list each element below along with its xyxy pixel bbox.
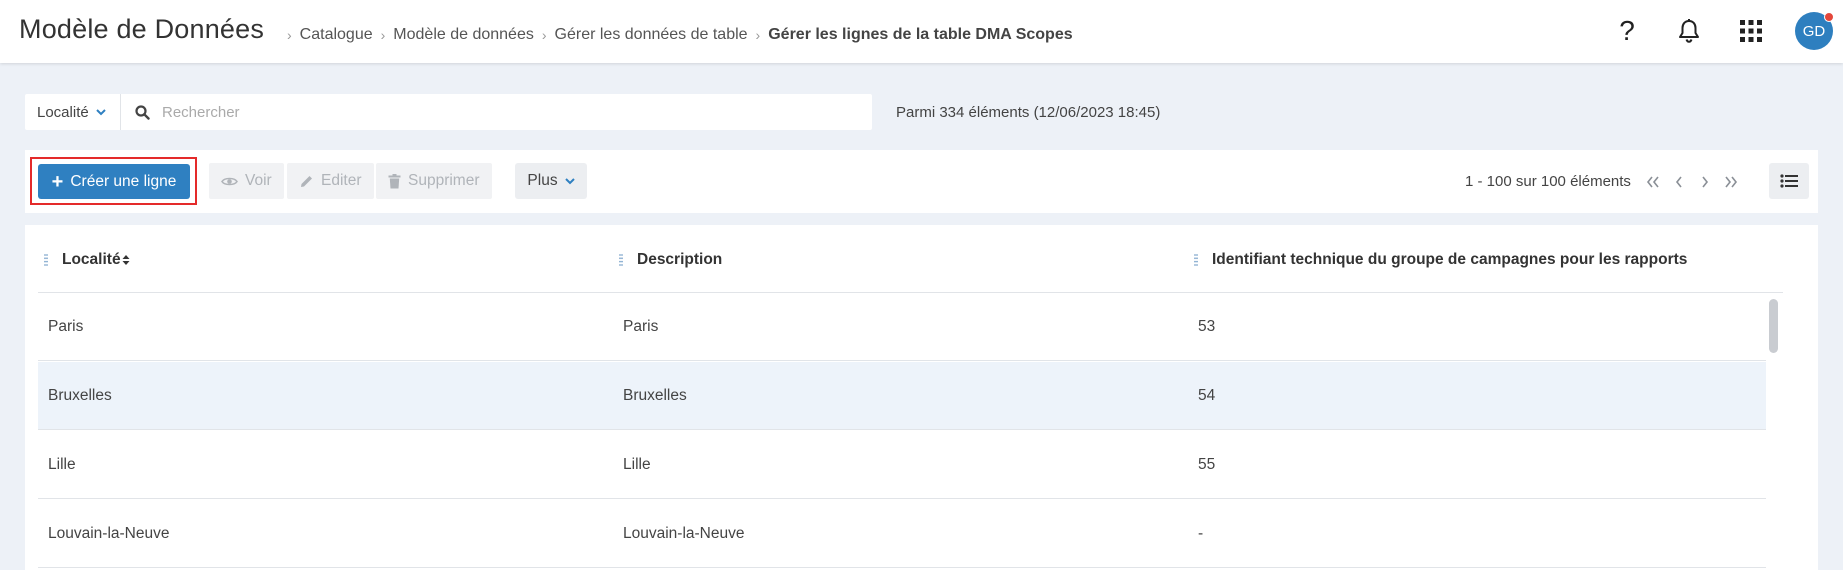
breadcrumb: › Catalogue › Modèle de données › Gérer … <box>287 26 1073 44</box>
chevrons-left-icon <box>1646 176 1659 188</box>
prev-page-button[interactable] <box>1671 174 1687 190</box>
chevron-left-icon <box>1675 176 1682 188</box>
delete-label: Supprimer <box>408 172 480 189</box>
view-button[interactable]: Voir <box>209 163 284 199</box>
cell-description: Louvain-la-Neuve <box>623 525 745 542</box>
sort-icon[interactable] <box>122 254 130 266</box>
cell-campaign-group-id: 53 <box>1198 318 1216 335</box>
table-header: Localité Description Identifiant techniq… <box>38 225 1783 293</box>
pager <box>1645 174 1739 190</box>
chevron-down-icon <box>95 108 106 115</box>
help-button[interactable]: ? <box>1610 14 1644 48</box>
column-header-campaign-group-id[interactable]: Identifiant technique du groupe de campa… <box>1194 251 1687 269</box>
edit-label: Editer <box>321 172 362 189</box>
plus-icon: + <box>51 170 64 193</box>
page-title: Modèle de Données <box>19 14 265 44</box>
breadcrumb-current: Gérer les lignes de la table DMA Scopes <box>768 26 1073 43</box>
search-filter-label: Localité <box>37 103 89 121</box>
data-table: Localité Description Identifiant techniq… <box>25 225 1818 570</box>
list-view-toggle[interactable] <box>1769 163 1809 199</box>
app-header: Modèle de Données › Catalogue › Modèle d… <box>0 0 1843 63</box>
pencil-icon <box>301 175 312 187</box>
search-field <box>121 94 872 130</box>
first-page-button[interactable] <box>1645 174 1661 190</box>
column-label: Description <box>637 251 723 268</box>
cell-description: Lille <box>623 456 651 473</box>
avatar-initials: GD <box>1802 22 1826 40</box>
create-row-button[interactable]: + Créer une ligne <box>38 164 190 199</box>
apps-button[interactable] <box>1734 14 1768 48</box>
column-header-description[interactable]: Description <box>619 251 722 269</box>
cell-description: Paris <box>623 318 659 335</box>
chevron-right-icon: › <box>287 27 292 43</box>
search-filter-select[interactable]: Localité <box>25 94 121 130</box>
chevrons-right-icon <box>1725 176 1738 188</box>
cell-campaign-group-id: 55 <box>1198 456 1216 473</box>
avatar[interactable]: GD <box>1795 12 1834 50</box>
view-label: Voir <box>245 172 272 189</box>
question-icon: ? <box>1619 15 1635 46</box>
column-label: Localité <box>62 251 121 268</box>
cell-locality: Paris <box>48 318 84 335</box>
delete-button[interactable]: Supprimer <box>376 163 492 199</box>
table-row[interactable]: Paris Paris 53 <box>38 293 1766 361</box>
more-actions-button[interactable]: Plus <box>515 163 587 199</box>
table-row[interactable]: Lille Lille 55 <box>38 431 1766 499</box>
chevron-down-icon <box>564 177 575 184</box>
notifications-button[interactable] <box>1672 14 1706 48</box>
notification-dot <box>1824 12 1834 22</box>
more-actions-label: Plus <box>527 172 558 189</box>
list-icon <box>1780 174 1798 188</box>
eye-icon <box>221 177 238 185</box>
table-row[interactable]: Bruxelles Bruxelles 54 <box>38 362 1766 430</box>
apps-grid-icon <box>1740 20 1762 42</box>
next-page-button[interactable] <box>1697 174 1713 190</box>
result-count: Parmi 334 éléments (12/06/2023 18:45) <box>896 104 1161 121</box>
last-page-button[interactable] <box>1723 174 1739 190</box>
search-icon <box>135 104 150 120</box>
cell-locality: Bruxelles <box>48 387 112 404</box>
cell-campaign-group-id: 54 <box>1198 387 1216 404</box>
drag-handle-icon[interactable] <box>44 254 48 266</box>
chevron-right-icon <box>1702 176 1709 188</box>
pagination-info: 1 - 100 sur 100 éléments <box>1465 173 1631 190</box>
trash-icon <box>388 173 401 188</box>
column-header-locality[interactable]: Localité <box>44 251 130 269</box>
cell-campaign-group-id: - <box>1198 525 1204 542</box>
bell-icon <box>1679 19 1699 43</box>
drag-handle-icon[interactable] <box>1194 254 1198 266</box>
chevron-right-icon: › <box>380 27 386 43</box>
breadcrumb-item-table-data[interactable]: Gérer les données de table <box>555 26 748 44</box>
toolbar: + Créer une ligne Voir Editer Supprimer … <box>25 150 1818 213</box>
create-row-label: Créer une ligne <box>70 172 177 190</box>
table-scrollbar[interactable] <box>1769 299 1778 353</box>
breadcrumb-item-catalogue[interactable]: Catalogue <box>300 26 373 44</box>
cell-description: Bruxelles <box>623 387 687 404</box>
search-input[interactable] <box>162 103 762 121</box>
edit-button[interactable]: Editer <box>287 163 374 199</box>
chevron-right-icon: › <box>755 27 761 43</box>
column-label: Identifiant technique du groupe de campa… <box>1212 251 1688 268</box>
chevron-right-icon: › <box>541 27 547 43</box>
breadcrumb-item-data-model[interactable]: Modèle de données <box>393 26 534 44</box>
search-bar: Localité <box>25 94 872 130</box>
cell-locality: Lille <box>48 456 76 473</box>
table-row[interactable]: Louvain-la-Neuve Louvain-la-Neuve - <box>38 500 1766 568</box>
drag-handle-icon[interactable] <box>619 254 623 266</box>
cell-locality: Louvain-la-Neuve <box>48 525 170 542</box>
